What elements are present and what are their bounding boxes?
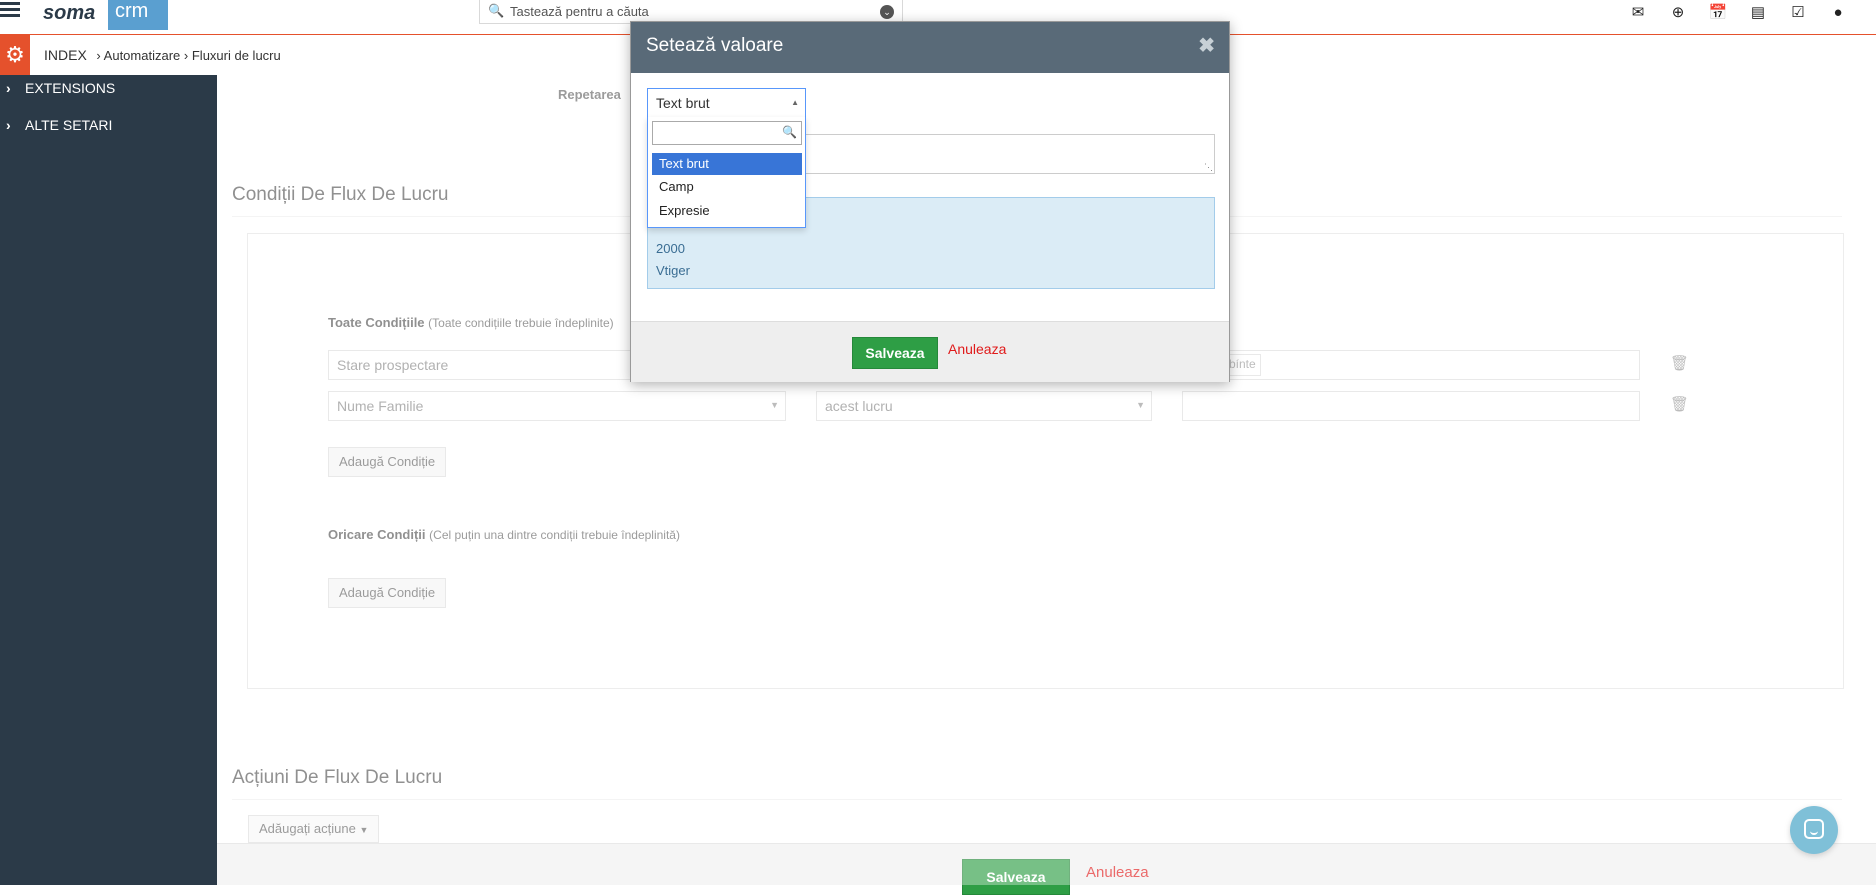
checkbox-icon[interactable]: ☑ [1778, 2, 1818, 24]
search-input[interactable]: Tastează pentru a căuta [510, 4, 649, 19]
breadcrumb-automatizare[interactable]: Automatizare [104, 48, 181, 63]
modal-header: Setează valoare ✖ [631, 22, 1229, 73]
breadcrumb-index[interactable]: INDEX [44, 47, 87, 63]
close-icon[interactable]: ✖ [1198, 33, 1215, 58]
dropdown-option-expresie[interactable]: Expresie [652, 200, 802, 222]
sidebar: › EXTENSIONS › ALTE SETARI [0, 75, 217, 885]
set-value-modal: Setează valoare ✖ ⋱ 2000 Vtiger Text bru… [630, 21, 1230, 382]
list-item[interactable]: Vtiger [656, 263, 690, 278]
sidebar-item-label: ALTE SETARI [25, 117, 113, 133]
plus-circle-icon[interactable]: ⊕ [1658, 2, 1698, 24]
breadcrumb: INDEX › Automatizare › Fluxuri de lucru [44, 47, 281, 63]
dropdown-search-input[interactable]: 🔍 [652, 121, 802, 145]
breadcrumb-fluxuri[interactable]: Fluxuri de lucru [192, 48, 281, 63]
menu-icon[interactable] [0, 0, 22, 22]
list-item[interactable]: 2000 [656, 241, 685, 256]
chevron-right-icon: › [96, 48, 101, 63]
chevron-down-icon[interactable]: ⌄ [880, 5, 894, 19]
gear-icon[interactable]: ⚙ [0, 35, 30, 75]
chevron-up-icon: ▲ [791, 98, 799, 107]
dropdown-option-text-brut[interactable]: Text brut [652, 153, 802, 175]
user-icon[interactable]: ● [1818, 2, 1858, 24]
sidebar-item-extensions[interactable]: › EXTENSIONS [0, 77, 217, 99]
dropdown-option-camp[interactable]: Camp [652, 176, 802, 198]
modal-cancel-link[interactable]: Anuleaza [948, 341, 1006, 357]
search-icon: 🔍 [488, 3, 505, 18]
value-type-dropdown: 🔍 Text brut Camp Expresie [647, 117, 806, 228]
chevron-right-icon: › [6, 80, 11, 96]
sidebar-item-alte-setari[interactable]: › ALTE SETARI [0, 114, 217, 136]
sidebar-item-label: EXTENSIONS [25, 80, 116, 96]
modal-title: Setează valoare [646, 35, 784, 56]
envelope-icon[interactable]: ✉ [1618, 2, 1658, 24]
bar-chart-icon[interactable]: ▤ [1738, 2, 1778, 24]
value-type-select[interactable]: Text brut ▲ [647, 88, 806, 118]
chevron-right-icon: › [183, 48, 189, 63]
chevron-right-icon: › [6, 117, 11, 133]
calendar-icon[interactable]: 📅 [1698, 2, 1738, 24]
header-actions: ✉ ⊕ 📅 ▤ ☑ ● [1618, 2, 1858, 24]
modal-save-button[interactable]: Salveaza [852, 337, 938, 369]
modal-footer: Salveaza Anuleaza [631, 321, 1229, 382]
resize-handle-icon[interactable]: ⋱ [1204, 163, 1213, 172]
search-icon: 🔍 [782, 125, 797, 139]
